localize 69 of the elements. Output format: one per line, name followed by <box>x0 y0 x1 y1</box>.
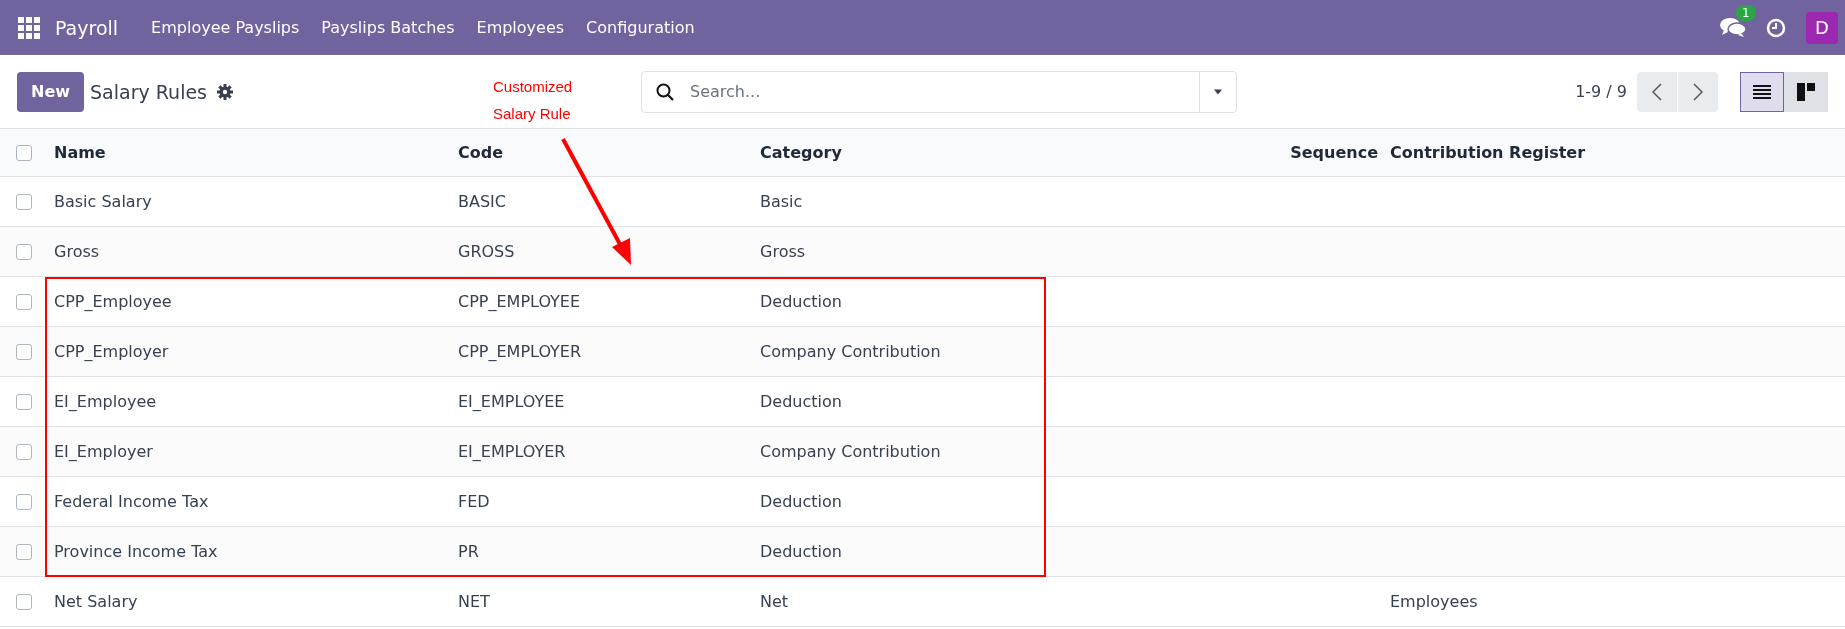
table-cell-text: EI_EMPLOYER <box>458 442 567 461</box>
kanban-view-icon <box>1797 82 1815 101</box>
table-cell-text: Deduction <box>760 292 843 311</box>
table-cell-text: Net Salary <box>54 592 139 611</box>
menu-item[interactable]: Configuration <box>575 18 706 37</box>
table-cell-text: Basic <box>760 192 804 211</box>
settings-icon[interactable] <box>217 83 233 100</box>
table-cell-text: GROSS <box>458 242 516 261</box>
checkbox[interactable] <box>16 543 32 560</box>
table-cell-text: EI_Employer <box>54 442 154 461</box>
table-cell-text: Company Contribution <box>760 442 942 461</box>
table-cell-text: NET <box>458 592 491 611</box>
search-bar[interactable]: Search... <box>641 70 1237 113</box>
table-cell-text: EI_Employee <box>54 392 158 411</box>
table-cell-text: FED <box>458 492 491 511</box>
new-button[interactable]: New <box>17 71 85 112</box>
table-cell-text: Gross <box>54 242 101 261</box>
checkbox[interactable] <box>16 393 32 410</box>
table-cell-text: CPP_EMPLOYER <box>458 342 583 361</box>
checkbox[interactable] <box>16 243 32 260</box>
checkbox[interactable] <box>16 493 32 510</box>
table-cell-text: Employees <box>1390 592 1479 611</box>
user-avatar[interactable]: D <box>1806 11 1838 44</box>
clock-icon[interactable] <box>1766 17 1786 38</box>
chat-icon[interactable] <box>1720 16 1746 39</box>
checkbox[interactable] <box>16 593 32 610</box>
table-cell-text: Deduction <box>760 392 843 411</box>
view-switch-button[interactable] <box>1784 71 1828 112</box>
checkbox[interactable] <box>16 144 32 161</box>
pager-value: 1-9 / 9 <box>1575 82 1627 101</box>
chevron-left-icon <box>1652 82 1662 101</box>
table-cell-text: Company Contribution <box>760 342 942 361</box>
menu-item[interactable]: Payslips Batches <box>310 18 466 37</box>
column-header[interactable]: Contribution Register <box>1390 143 1845 162</box>
table-cell-text: CPP_Employer <box>54 342 170 361</box>
view-switch-button[interactable] <box>1740 71 1784 112</box>
checkbox[interactable] <box>16 193 32 210</box>
app-name[interactable]: Payroll <box>55 16 119 39</box>
next-button[interactable] <box>1678 71 1718 112</box>
checkbox[interactable] <box>16 343 32 360</box>
table-cell-text: Federal Income Tax <box>54 492 210 511</box>
message-count-badge: 1 <box>1736 4 1756 21</box>
column-header[interactable]: Code <box>458 143 760 162</box>
column-header[interactable]: Category <box>760 143 1280 162</box>
annotation-label: Customized Salary Rule <box>493 77 574 124</box>
menu-item[interactable]: Employees <box>465 18 576 37</box>
table-cell-text: Province Income Tax <box>54 542 219 561</box>
table-cell-text: Deduction <box>760 542 843 561</box>
menu-item[interactable]: Employee Payslips <box>140 18 311 37</box>
table-cell-text: CPP_EMPLOYEE <box>458 292 582 311</box>
table-cell-text: Deduction <box>760 492 843 511</box>
column-header[interactable]: Sequence <box>1280 143 1390 162</box>
column-header[interactable]: Name <box>54 143 458 162</box>
table-cell-text: PR <box>458 542 480 561</box>
list-view-icon <box>1753 84 1771 99</box>
caret-icon[interactable] <box>1214 88 1222 95</box>
search-icon <box>656 82 674 101</box>
table-cell-text: CPP_Employee <box>54 292 173 311</box>
checkbox[interactable] <box>16 293 32 310</box>
table-cell-text: BASIC <box>458 192 507 211</box>
apps-grid-icon[interactable] <box>18 16 40 39</box>
page-title: Salary Rules <box>90 80 207 103</box>
chevron-right-icon <box>1693 82 1703 101</box>
checkbox[interactable] <box>16 443 32 460</box>
table-cell-text: Gross <box>760 242 807 261</box>
table-cell-text: EI_EMPLOYEE <box>458 392 566 411</box>
table-cell-text: Basic Salary <box>54 192 153 211</box>
previous-button[interactable] <box>1637 71 1677 112</box>
table-cell-text: Net <box>760 592 790 611</box>
